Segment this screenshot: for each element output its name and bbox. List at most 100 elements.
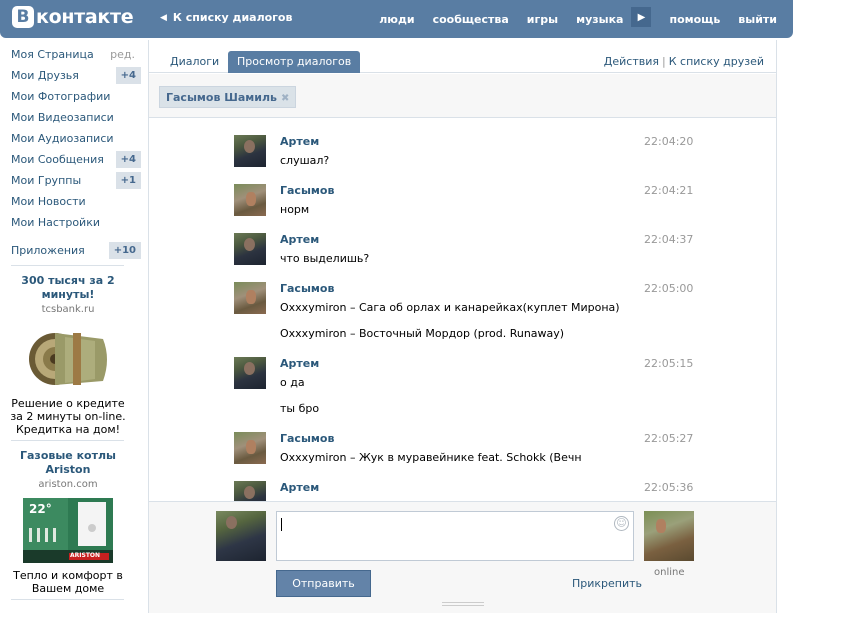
message-item: Гасымов 22:05:00 Oxxxymiron – Сага об ор…	[234, 282, 694, 346]
message-item: Артем 22:04:37 что выделишь?	[234, 233, 694, 273]
edit-link[interactable]: ред.	[110, 44, 135, 65]
ad-domain: tcsbank.ru	[41, 304, 95, 315]
avatar[interactable]	[234, 481, 266, 501]
message-item: Артем 22:05:15 о да ты бро	[234, 357, 694, 421]
message-author[interactable]: Артем	[280, 135, 319, 148]
nav-games[interactable]: игры	[527, 13, 558, 26]
sidebar-item-label: Моя Страница	[11, 48, 94, 61]
recipient-chip-label: Гасымов Шамиль	[166, 91, 277, 104]
message-history[interactable]: Артем 22:04:20 слушал? Гасымов 22:04:21 …	[149, 121, 776, 501]
logo-text: контакте	[36, 6, 134, 28]
message-item: Артем 22:05:36	[234, 481, 694, 501]
tab-bar: Диалоги Просмотр диалогов Действия | К спи…	[149, 40, 776, 73]
nav-help[interactable]: помощь	[669, 13, 720, 26]
message-time: 22:05:00	[644, 282, 694, 295]
friends-count-badge: +4	[115, 67, 141, 84]
ad-domain: ariston.com	[38, 479, 98, 490]
sidebar-item-friends[interactable]: Мои Друзья +4	[0, 65, 148, 86]
avatar[interactable]	[234, 233, 266, 265]
message-author[interactable]: Артем	[280, 233, 319, 246]
tab-dialogs[interactable]: Диалоги	[161, 51, 228, 73]
my-avatar[interactable]	[216, 511, 266, 561]
message-author[interactable]: Гасымов	[280, 432, 334, 445]
ad-block-bank[interactable]: 300 тысяч за 2 минуты! tcsbank.ru Решени…	[6, 274, 130, 436]
sidebar-item-news[interactable]: Мои Новости	[0, 191, 148, 212]
left-sidebar: Моя Страница ред. Мои Друзья +4 Мои Фото…	[0, 44, 148, 600]
money-roll-image[interactable]	[25, 323, 111, 391]
nav-music[interactable]: музыка	[576, 13, 623, 26]
message-item: Артем 22:04:20 слушал?	[234, 135, 694, 175]
recipient-chip[interactable]: Гасымов Шамиль ✖	[159, 86, 297, 108]
message-time: 22:04:20	[644, 135, 694, 148]
sidebar-item-label: Мои Группы	[11, 174, 82, 187]
smile-icon[interactable]: ☺	[614, 516, 629, 531]
message-time: 22:05:27	[644, 432, 694, 445]
ad-text: Решение о кредите за 2 минуты on-line. К…	[10, 397, 126, 436]
boiler-ad-image[interactable]: 22° ARISTON	[23, 498, 113, 563]
ad-title[interactable]: Газовые котлы Ariston	[6, 449, 130, 477]
avatar[interactable]	[234, 357, 266, 389]
play-icon[interactable]: ▶	[631, 7, 652, 27]
sidebar-item-label: Мои Аудиозаписи	[11, 132, 114, 145]
message-composer: ☺ online Отправить Прикрепить	[149, 501, 776, 613]
ad-block-ariston[interactable]: Газовые котлы Ariston ariston.com 22° AR…	[6, 449, 130, 595]
tab-actions: Действия | К списку друзей	[604, 55, 764, 68]
sidebar-item-videos[interactable]: Мои Видеозаписи	[0, 107, 148, 128]
ad-title[interactable]: 300 тысяч за 2 минуты!	[6, 274, 130, 302]
message-input[interactable]: ☺	[276, 511, 634, 561]
sidebar-item-photos[interactable]: Мои Фотографии	[0, 86, 148, 107]
apps-count-badge: +10	[108, 242, 141, 259]
sidebar-item-my-page[interactable]: Моя Страница ред.	[0, 44, 148, 65]
close-icon[interactable]: ✖	[281, 93, 289, 104]
sidebar-item-label: Мои Настройки	[11, 216, 100, 229]
divider	[11, 440, 124, 441]
text-caret	[281, 518, 282, 531]
nav-logout[interactable]: выйти	[738, 13, 777, 26]
sidebar-item-apps[interactable]: Приложения +10	[0, 240, 148, 261]
message-time: 22:05:36	[644, 481, 694, 494]
avatar[interactable]	[234, 184, 266, 216]
sidebar-item-messages[interactable]: Мои Сообщения +4	[0, 149, 148, 170]
audio-attachment[interactable]: Oxxxymiron – Сага об орлах и канарейках(…	[280, 301, 620, 314]
message-text: о да	[280, 376, 305, 389]
resize-handle[interactable]	[442, 602, 484, 606]
logo-mark: В	[12, 6, 34, 28]
sidebar-item-audio[interactable]: Мои Аудиозаписи	[0, 128, 148, 149]
sidebar-item-settings[interactable]: Мои Настройки	[0, 212, 148, 233]
message-text: что выделишь?	[280, 252, 370, 265]
avatar[interactable]	[234, 432, 266, 464]
message-author[interactable]: Гасымов	[280, 184, 334, 197]
message-time: 22:04:21	[644, 184, 694, 197]
message-author[interactable]: Гасымов	[280, 282, 334, 295]
peer-avatar[interactable]	[644, 511, 694, 561]
filter-bar: Гасымов Шамиль ✖	[149, 74, 776, 118]
top-navigation: люди сообщества игры музыка ▶ помощь вый…	[361, 7, 777, 27]
sidebar-item-label: Мои Сообщения	[11, 153, 104, 166]
audio-attachment[interactable]: Oxxxymiron – Жук в муравейнике feat. Sch…	[280, 451, 582, 464]
ad-image-brand: ARISTON	[70, 552, 101, 559]
menu-divider	[0, 233, 148, 240]
audio-attachment[interactable]: Oxxxymiron – Восточный Мордор (prod. Run…	[280, 327, 564, 340]
nav-communities[interactable]: сообщества	[433, 13, 509, 26]
to-friends-link[interactable]: К списку друзей	[669, 55, 764, 68]
nav-people[interactable]: люди	[379, 13, 414, 26]
message-item: Гасымов 22:05:27 Oxxxymiron – Жук в мура…	[234, 432, 694, 472]
send-button[interactable]: Отправить	[276, 570, 371, 597]
vk-logo[interactable]: В контакте	[12, 6, 134, 28]
sidebar-item-groups[interactable]: Мои Группы +1	[0, 170, 148, 191]
back-to-dialogs-link[interactable]: ◀ К списку диалогов	[160, 11, 292, 24]
messages-count-badge: +4	[115, 151, 141, 168]
sidebar-item-label: Приложения	[11, 244, 85, 257]
message-author[interactable]: Артем	[280, 357, 319, 370]
tab-view-dialogs[interactable]: Просмотр диалогов	[228, 51, 361, 73]
actions-link[interactable]: Действия	[604, 55, 659, 68]
message-item: Гасымов 22:04:21 норм	[234, 184, 694, 224]
attach-link[interactable]: Прикрепить	[572, 577, 642, 590]
message-author[interactable]: Артем	[280, 481, 319, 494]
separator: |	[662, 55, 666, 68]
message-time: 22:04:37	[644, 233, 694, 246]
top-header: В контакте ◀ К списку диалогов люди сооб…	[0, 0, 793, 38]
avatar[interactable]	[234, 135, 266, 167]
avatar[interactable]	[234, 282, 266, 314]
message-text: слушал?	[280, 154, 330, 167]
